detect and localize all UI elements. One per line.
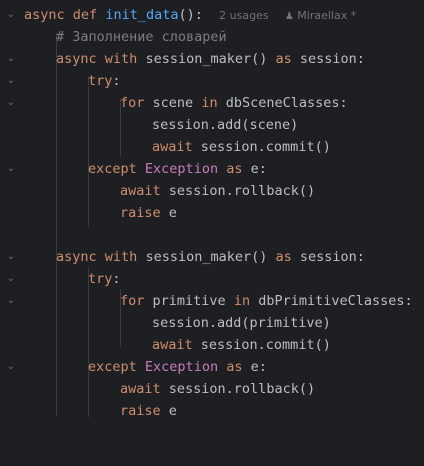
keyword-await: await <box>152 139 193 155</box>
chevron-down-icon[interactable]: ⌄ <box>5 290 17 312</box>
keyword-try: try <box>88 271 113 287</box>
code-line-except[interactable]: ⌄ except Exception as e: <box>0 356 424 378</box>
code-line-try[interactable]: ⌄ try: <box>0 70 424 92</box>
chevron-down-icon[interactable]: ⌄ <box>5 48 17 70</box>
code-line-await-commit[interactable]: await session.commit() <box>0 334 424 356</box>
keyword-async: async <box>56 51 97 67</box>
code-line-except[interactable]: ⌄ except Exception as e: <box>0 158 424 180</box>
author-name: Miraellax * <box>297 9 357 22</box>
code-line-session-add[interactable]: session.add(scene) <box>0 114 424 136</box>
keyword-await: await <box>120 381 161 397</box>
code-line-for[interactable]: ⌄ for primitive in dbPrimitiveClasses: <box>0 290 424 312</box>
session-rollback-call: session.rollback() <box>168 183 316 199</box>
keyword-raise: raise <box>120 205 161 221</box>
keyword-in: in <box>233 293 251 309</box>
context-var: session: <box>299 51 365 67</box>
keyword-for: for <box>120 95 145 111</box>
keyword-with: with <box>104 249 138 265</box>
loop-variable: primitive <box>152 293 226 309</box>
context-call: session_maker() <box>145 51 268 67</box>
keyword-as: as <box>275 249 292 265</box>
code-line-session-add[interactable]: session.add(primitive) <box>0 312 424 334</box>
chevron-down-icon[interactable]: ⌄ <box>5 356 17 378</box>
keyword-async: async <box>24 7 65 23</box>
code-line-async-with[interactable]: ⌄ async with session_maker() as session: <box>0 246 424 268</box>
usages-hint[interactable]: 2 usages <box>219 9 268 22</box>
chevron-down-icon[interactable]: ⌄ <box>5 158 17 180</box>
code-line-raise[interactable]: raise e <box>0 202 424 224</box>
keyword-as: as <box>226 161 243 177</box>
loop-variable: scene <box>152 95 194 111</box>
keyword-except: except <box>88 359 137 375</box>
exception-class: Exception <box>144 359 219 375</box>
session-commit-call: session.commit() <box>200 337 331 353</box>
loop-iterable: dbPrimitiveClasses: <box>258 293 413 309</box>
chevron-down-icon[interactable]: ⌄ <box>5 4 17 26</box>
keyword-async: async <box>56 249 97 265</box>
raise-variable: e <box>168 205 177 221</box>
chevron-down-icon[interactable]: ⌄ <box>5 268 17 290</box>
keyword-try: try <box>88 73 113 89</box>
code-line-comment[interactable]: # Заполнение словарей <box>0 26 424 48</box>
exception-var: e: <box>250 161 267 177</box>
keyword-as: as <box>275 51 292 67</box>
loop-iterable: dbSceneClasses: <box>225 95 348 111</box>
code-line-await-rollback[interactable]: await session.rollback() <box>0 378 424 400</box>
keyword-def: def <box>72 7 98 23</box>
function-params: (): <box>178 7 203 23</box>
code-line-await-rollback[interactable]: await session.rollback() <box>0 180 424 202</box>
keyword-in: in <box>201 95 218 111</box>
keyword-as: as <box>226 359 243 375</box>
code-line-async-with[interactable]: ⌄ async with session_maker() as session: <box>0 48 424 70</box>
person-icon: ♟ <box>284 11 294 22</box>
function-name: init_data <box>105 7 179 23</box>
keyword-for: for <box>120 293 145 309</box>
context-var: session: <box>299 249 365 265</box>
exception-var: e: <box>250 359 267 375</box>
chevron-down-icon[interactable]: ⌄ <box>5 246 17 268</box>
keyword-with: with <box>104 51 138 67</box>
keyword-raise: raise <box>120 403 161 419</box>
raise-variable: e <box>168 403 177 419</box>
code-editor[interactable]: ⌄ async def init_data(): 2 usages ♟ Mira… <box>0 0 424 426</box>
session-commit-call: session.commit() <box>200 139 331 155</box>
code-line-function-def[interactable]: ⌄ async def init_data(): 2 usages ♟ Mira… <box>0 4 424 26</box>
session-rollback-call: session.rollback() <box>168 381 316 397</box>
session-add-call: session.add(scene) <box>152 117 299 133</box>
code-line-await-commit[interactable]: await session.commit() <box>0 136 424 158</box>
colon: : <box>112 271 121 287</box>
keyword-await: await <box>152 337 193 353</box>
keyword-await: await <box>120 183 161 199</box>
code-line-try[interactable]: ⌄ try: <box>0 268 424 290</box>
author-hint[interactable]: ♟ Miraellax * <box>285 9 356 22</box>
exception-class: Exception <box>144 161 219 177</box>
code-comment: # Заполнение словарей <box>56 29 227 45</box>
code-line-for[interactable]: ⌄ for scene in dbSceneClasses: <box>0 92 424 114</box>
code-line-raise[interactable]: raise e <box>0 400 424 422</box>
colon: : <box>112 73 121 89</box>
session-add-call: session.add(primitive) <box>152 315 331 331</box>
chevron-down-icon[interactable]: ⌄ <box>5 70 17 92</box>
context-call: session_maker() <box>145 249 268 265</box>
keyword-except: except <box>88 161 137 177</box>
chevron-down-icon[interactable]: ⌄ <box>5 92 17 114</box>
